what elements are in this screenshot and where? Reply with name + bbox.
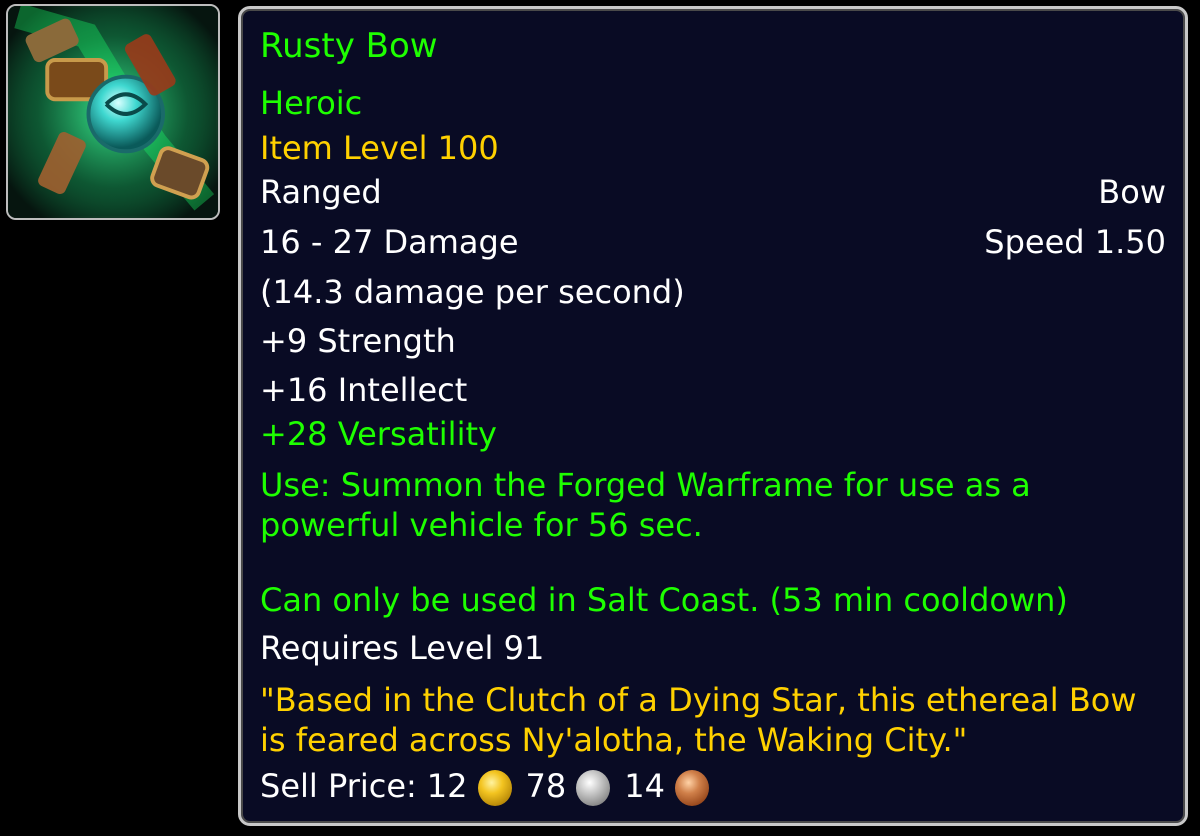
slot-type-row: Ranged Bow — [260, 173, 1166, 211]
damage-speed-row: 16 - 27 Damage Speed 1.50 — [260, 223, 1166, 261]
item-tooltip: Rusty Bow Heroic Item Level 100 Ranged B… — [238, 6, 1188, 826]
stat-intellect: +16 Intellect — [260, 371, 468, 409]
silver-coin-icon — [576, 770, 611, 806]
item-level: Item Level 100 — [260, 129, 499, 167]
use-effect-text: Use: Summon the Forged Warframe for use … — [260, 466, 1031, 544]
item-icon[interactable] — [6, 4, 220, 220]
stat-strength: +9 Strength — [260, 322, 456, 360]
item-slot: Ranged — [260, 173, 382, 211]
stat-versatility: +28 Versatility — [260, 415, 497, 453]
sell-price-gold: 12 — [426, 767, 468, 805]
item-name: Rusty Bow — [260, 26, 438, 66]
gold-coin-icon — [477, 770, 512, 806]
sell-price-silver: 78 — [525, 767, 567, 805]
item-difficulty: Heroic — [260, 84, 363, 122]
sell-price-copper: 14 — [624, 767, 665, 805]
flavor-text: "Based in the Clutch of a Dying Star, th… — [260, 681, 1137, 759]
sell-price: Sell Price: 12 78 14 — [260, 767, 1166, 806]
copper-coin-icon — [674, 770, 709, 806]
use-restriction-text: Can only be used in Salt Coast. (53 min … — [260, 581, 1068, 619]
item-damage: 16 - 27 Damage — [260, 223, 519, 261]
sell-price-label: Sell Price: — [260, 767, 417, 805]
item-dps: (14.3 damage per second) — [260, 273, 685, 311]
item-speed: Speed 1.50 — [984, 223, 1166, 261]
item-type: Bow — [1098, 173, 1166, 211]
bow-item-icon — [8, 6, 218, 218]
requires-level: Requires Level 91 — [260, 629, 545, 667]
